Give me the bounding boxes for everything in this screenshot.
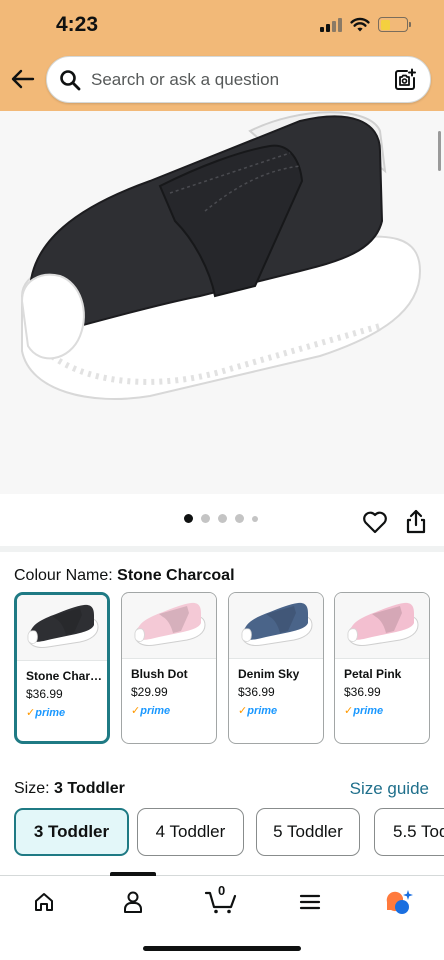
colour-swatch[interactable]: Denim Sky $36.99 ✓ prime [228, 592, 324, 744]
prime-label: prime [140, 704, 171, 717]
prime-badge: ✓ prime [238, 704, 323, 718]
nav-cart[interactable]: 0 [199, 883, 243, 916]
wishlist-button[interactable] [362, 510, 388, 534]
prime-check-icon: ✓ [238, 705, 248, 717]
size-selected-value: 3 Toddler [54, 780, 125, 797]
back-arrow-icon [11, 69, 35, 89]
image-actions-bar [0, 494, 444, 546]
camera-search-button[interactable] [392, 67, 418, 93]
swatch-price: $36.99 [26, 687, 63, 701]
share-icon [406, 509, 426, 534]
swatch-name: Blush Dot [131, 667, 188, 681]
colour-swatch[interactable]: Petal Pink $36.99 ✓ prime [334, 592, 430, 744]
search-icon [60, 69, 81, 90]
menu-icon [299, 894, 321, 910]
back-button[interactable] [10, 66, 36, 92]
prime-check-icon: ✓ [26, 707, 36, 719]
prime-badge: ✓ prime [344, 704, 429, 718]
account-icon [124, 891, 142, 913]
section-divider [0, 546, 444, 552]
swatch-price: $36.99 [344, 685, 381, 699]
scroll-indicator [438, 131, 441, 171]
prime-label: prime [353, 704, 384, 717]
wifi-icon [350, 17, 370, 32]
colour-swatch[interactable]: Blush Dot $29.99 ✓ prime [121, 592, 217, 744]
nav-account[interactable] [111, 888, 155, 916]
swatch-thumbnail [335, 593, 429, 659]
prime-badge: ✓ prime [131, 704, 216, 718]
size-option-button[interactable]: 4 Toddler [137, 808, 244, 856]
status-icons [320, 17, 411, 32]
camera-search-icon [395, 68, 416, 90]
nav-home[interactable] [22, 888, 66, 916]
colour-selected-value: Stone Charcoal [117, 567, 235, 584]
size-label-prefix: Size: [14, 780, 50, 797]
rufus-icon [386, 890, 413, 914]
nav-menu[interactable] [288, 888, 332, 916]
colour-swatch-list: Stone Charc... $36.99 ✓ prime Blush Dot $29.9… [14, 590, 444, 746]
size-option-list: 3 Toddler4 Toddler5 Toddler 5.5 Toddler [14, 806, 444, 858]
cellular-signal-icon [320, 17, 342, 32]
home-icon [35, 893, 53, 911]
swatch-price: $29.99 [131, 685, 168, 699]
size-option-button[interactable]: 5.5 Toddler [374, 808, 444, 856]
swatch-thumbnail [17, 595, 107, 661]
pagination-dot[interactable] [218, 514, 227, 523]
share-button[interactable] [404, 508, 428, 534]
app-header: 4:23 [0, 0, 444, 111]
swatch-name: Petal Pink [344, 667, 402, 681]
swatch-thumbnail [229, 593, 323, 659]
search-bar[interactable] [46, 56, 431, 103]
prime-label: prime [247, 704, 278, 717]
active-tab-indicator [110, 872, 156, 876]
image-pagination[interactable] [184, 514, 258, 523]
heart-icon [363, 511, 387, 534]
product-image[interactable] [0, 111, 444, 494]
prime-badge: ✓ prime [26, 706, 107, 720]
size-option-button[interactable]: 3 Toddler [14, 808, 129, 856]
size-option-button[interactable]: 5 Toddler [256, 808, 360, 856]
swatch-thumbnail [122, 593, 216, 659]
pagination-dot[interactable] [201, 514, 210, 523]
size-label: Size: 3 Toddler [14, 780, 125, 798]
battery-icon [378, 17, 411, 32]
prime-check-icon: ✓ [344, 705, 354, 717]
status-time: 4:23 [56, 13, 99, 36]
nav-rufus-assistant[interactable] [376, 888, 420, 916]
swatch-name: Denim Sky [238, 667, 300, 681]
colour-label-prefix: Colour Name: [14, 567, 113, 584]
colour-swatch[interactable]: Stone Charc... $36.99 ✓ prime [14, 592, 110, 744]
cart-count-badge: 0 [218, 883, 226, 898]
pagination-dot[interactable] [252, 515, 258, 522]
swatch-price: $36.99 [238, 685, 275, 699]
colour-label: Colour Name: Stone Charcoal [14, 567, 235, 585]
prime-label: prime [35, 706, 66, 719]
search-input[interactable] [91, 69, 392, 90]
pagination-dot[interactable] [235, 514, 244, 523]
pagination-dot-active[interactable] [184, 514, 193, 523]
prime-check-icon: ✓ [131, 705, 141, 717]
size-guide-link[interactable]: Size guide [350, 779, 429, 799]
swatch-name: Stone Charc... [26, 669, 106, 683]
shoe-image [20, 111, 422, 400]
home-indicator [143, 946, 301, 951]
